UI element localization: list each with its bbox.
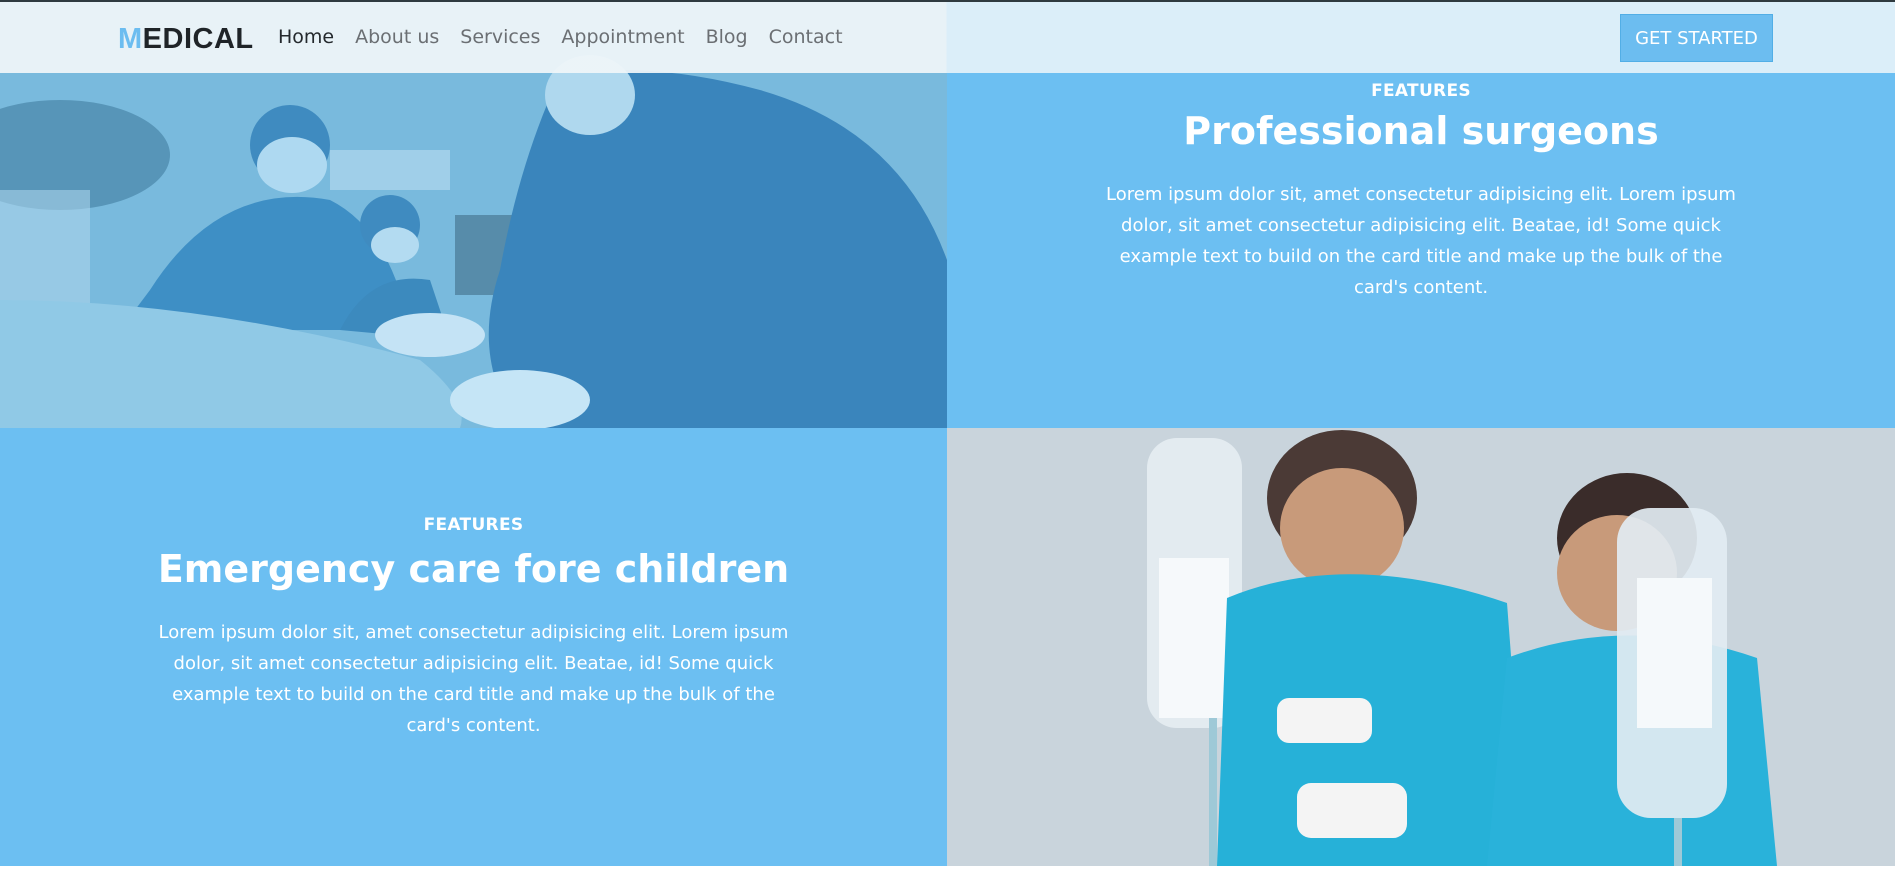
feature-description: Lorem ipsum dolor sit, amet consectetur … [158,622,789,736]
feature-content: FEATURES Emergency care fore children Lo… [0,515,947,741]
feature-eyebrow: FEATURES [423,515,524,535]
main-nav: Home About us Services Appointment Blog … [278,26,864,48]
page: FEATURES Professional surgeons Lorem ips… [0,0,1895,866]
nav-link-blog[interactable]: Blog [706,26,748,48]
feature-title: Professional surgeons [1183,109,1659,153]
nav-link-about-us[interactable]: About us [355,26,439,48]
navbar: MEDICAL Home About us Services Appointme… [0,0,1895,73]
brand-logo-rest: EDICAL [142,23,254,55]
feature-professional-surgeons: FEATURES Professional surgeons Lorem ips… [947,73,1895,428]
children-illustration [947,428,1895,866]
feature-eyebrow: FEATURES [1371,81,1471,101]
feature-content: FEATURES Professional surgeons Lorem ips… [947,81,1895,303]
feature-emergency-care: FEATURES Emergency care fore children Lo… [0,428,947,866]
brand-logo[interactable]: MEDICAL [118,23,254,56]
nav-link-services[interactable]: Services [460,26,540,48]
children-photo [947,428,1895,866]
nav-link-home[interactable]: Home [278,26,334,48]
feature-title: Emergency care fore children [157,547,790,591]
nav-link-contact[interactable]: Contact [769,26,843,48]
brand-logo-initial: M [118,23,143,55]
nav-link-appointment[interactable]: Appointment [561,26,684,48]
feature-description: Lorem ipsum dolor sit, amet consectetur … [1106,184,1736,298]
get-started-button[interactable]: GET STARTED [1620,14,1773,62]
